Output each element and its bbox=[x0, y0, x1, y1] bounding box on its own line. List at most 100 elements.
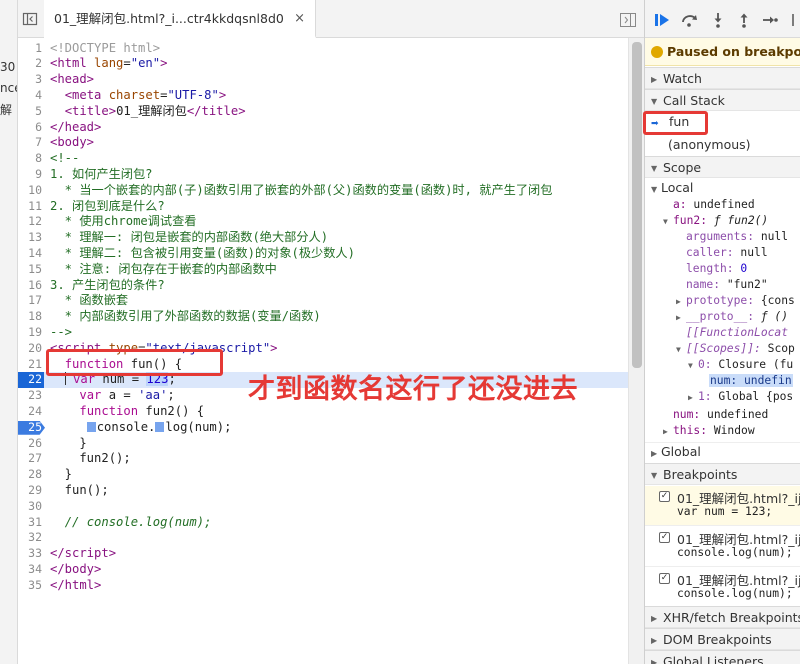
code-line[interactable]: 28 } bbox=[18, 467, 628, 483]
breakpoint-item[interactable]: ✓ 01_理解闭包.html?_ij console.log(num); bbox=[645, 527, 800, 567]
line-number[interactable]: 27 bbox=[18, 451, 42, 467]
line-number[interactable]: 1 bbox=[18, 41, 42, 57]
step-into-icon[interactable] bbox=[709, 11, 727, 29]
line-number[interactable]: 3 bbox=[18, 72, 42, 88]
editor-scrollbar-thumb[interactable] bbox=[632, 42, 642, 368]
code-line[interactable]: 10 * 当一个嵌套的内部(子)函数引用了嵌套的外部(父)函数的变量(函数)时,… bbox=[18, 183, 628, 199]
breakpoint-item[interactable]: ✓ 01_理解闭包.html?_ij console.log(num); bbox=[645, 568, 800, 608]
scope-section-header[interactable]: ▼ Scope bbox=[645, 156, 800, 178]
line-number[interactable]: 31 bbox=[18, 515, 42, 531]
code-line[interactable]: 26 } bbox=[18, 436, 628, 452]
code-line[interactable]: 29 fun(); bbox=[18, 483, 628, 499]
code-line[interactable]: 35 </html> bbox=[18, 578, 628, 594]
breakpoint-checkbox[interactable]: ✓ bbox=[659, 532, 670, 543]
line-number[interactable]: 29 bbox=[18, 483, 42, 499]
code-line[interactable]: 34 </body> bbox=[18, 562, 628, 578]
scope-closure[interactable]: ▼ 0: Closure (fu bbox=[645, 357, 800, 373]
line-number[interactable]: 9 bbox=[18, 167, 42, 183]
step-icon[interactable] bbox=[761, 11, 779, 29]
toggle-navigator-icon[interactable] bbox=[22, 11, 38, 27]
global-listeners-section-header[interactable]: ▶ Global Listeners bbox=[645, 650, 800, 664]
line-number[interactable]: 30 bbox=[18, 499, 42, 515]
scope-prop-scopes[interactable]: ▼ [[Scopes]]: Scop bbox=[645, 341, 800, 357]
code-line[interactable]: 8 <!-- bbox=[18, 151, 628, 167]
scope-closure-num[interactable]: num: undefin bbox=[645, 373, 800, 389]
scope-prop-function-location[interactable]: [[FunctionLocat bbox=[645, 325, 800, 341]
scope-prop-arguments[interactable]: arguments: null bbox=[645, 229, 800, 245]
line-number[interactable]: 15 bbox=[18, 262, 42, 278]
scope-prop-name[interactable]: name: "fun2" bbox=[645, 277, 800, 293]
code-line[interactable]: 3 <head> bbox=[18, 72, 628, 88]
line-number[interactable]: 32 bbox=[18, 530, 42, 546]
code-line[interactable]: 1 <!DOCTYPE html> bbox=[18, 41, 628, 57]
code-line[interactable]: 17 * 函数嵌套 bbox=[18, 293, 628, 309]
editor-scrollbar[interactable] bbox=[628, 38, 644, 664]
code-line[interactable]: 18 * 内部函数引用了外部函数的数据(变量/函数) bbox=[18, 309, 628, 325]
line-number[interactable]: 2 bbox=[18, 56, 42, 72]
code-line[interactable]: 14 * 理解二: 包含被引用变量(函数)的对象(极少数人) bbox=[18, 246, 628, 262]
scope-global-entry[interactable]: ▶ 1: Global {pos bbox=[645, 389, 800, 405]
line-number[interactable]: 35 bbox=[18, 578, 42, 594]
line-number[interactable]: 26 bbox=[18, 436, 42, 452]
line-number[interactable]: 11 bbox=[18, 199, 42, 215]
scope-prop-length[interactable]: length: 0 bbox=[645, 261, 800, 277]
deactivate-breakpoints-icon[interactable] bbox=[787, 11, 800, 29]
code-line[interactable]: 32 bbox=[18, 530, 628, 546]
line-number[interactable]: 20 bbox=[18, 341, 42, 357]
line-number[interactable]: 21 bbox=[18, 357, 42, 373]
code-line[interactable]: 19 --> bbox=[18, 325, 628, 341]
step-out-icon[interactable] bbox=[735, 11, 753, 29]
line-number[interactable]: 5 bbox=[18, 104, 42, 120]
code-line[interactable]: 5 <title>01_理解闭包</title> bbox=[18, 104, 628, 120]
scope-prop-proto[interactable]: ▶ __proto__: ƒ () bbox=[645, 309, 800, 325]
close-tab-icon[interactable]: × bbox=[294, 0, 305, 38]
code-line[interactable]: 2 <html lang="en"> bbox=[18, 56, 628, 72]
scope-var-a[interactable]: a: undefined bbox=[645, 197, 800, 213]
xhr-breakpoints-section-header[interactable]: ▶ XHR/fetch Breakpoints bbox=[645, 606, 800, 628]
line-number[interactable]: 7 bbox=[18, 135, 42, 151]
code-line[interactable]: 11 2. 闭包到底是什么? bbox=[18, 199, 628, 215]
resume-icon[interactable] bbox=[653, 11, 671, 29]
line-number[interactable]: 33 bbox=[18, 546, 42, 562]
line-number[interactable]: 16 bbox=[18, 278, 42, 294]
line-number[interactable]: 6 bbox=[18, 120, 42, 136]
line-number[interactable]: 22 bbox=[18, 372, 44, 389]
line-number[interactable]: 24 bbox=[18, 404, 42, 420]
file-tab[interactable]: 01_理解闭包.html?_i...ctr4kkdqsnl8d0 × bbox=[44, 0, 316, 38]
step-over-icon[interactable] bbox=[681, 11, 699, 29]
scope-prop-caller[interactable]: caller: null bbox=[645, 245, 800, 261]
code-line[interactable]: 9 1. 如何产生闭包? bbox=[18, 167, 628, 183]
scope-local[interactable]: ▼ Local bbox=[645, 179, 800, 197]
watch-section-header[interactable]: ▶ Watch bbox=[645, 67, 800, 89]
call-stack-section-header[interactable]: ▼ Call Stack bbox=[645, 89, 800, 111]
scope-var-this[interactable]: ▶ this: Window bbox=[645, 423, 800, 439]
line-number[interactable]: 25 bbox=[18, 420, 42, 436]
code-line[interactable]: 24 function fun2() { bbox=[18, 404, 628, 420]
code-line[interactable]: 31 // console.log(num); bbox=[18, 515, 628, 531]
toggle-debugger-icon[interactable] bbox=[620, 12, 636, 27]
code-line[interactable]: 7 <body> bbox=[18, 135, 628, 151]
code-line[interactable]: 16 3. 产生闭包的条件? bbox=[18, 278, 628, 294]
line-number[interactable]: 18 bbox=[18, 309, 42, 325]
line-number[interactable]: 4 bbox=[18, 88, 42, 104]
call-frame-anonymous[interactable]: (anonymous) bbox=[645, 136, 800, 154]
code-line[interactable]: 15 * 注意: 闭包存在于嵌套的内部函数中 bbox=[18, 262, 628, 278]
code-line[interactable]: 30 bbox=[18, 499, 628, 515]
code-line[interactable]: 4 <meta charset="UTF-8"> bbox=[18, 88, 628, 104]
scope-var-fun2[interactable]: ▼ fun2: ƒ fun2() bbox=[645, 213, 800, 229]
line-number[interactable]: 8 bbox=[18, 151, 42, 167]
code-line[interactable]: 6 </head> bbox=[18, 120, 628, 136]
code-line[interactable]: 33 </script> bbox=[18, 546, 628, 562]
line-number[interactable]: 12 bbox=[18, 214, 42, 230]
line-number[interactable]: 14 bbox=[18, 246, 42, 262]
scope-var-num[interactable]: num: undefined bbox=[645, 407, 800, 423]
breakpoint-item[interactable]: ✓ 01_理解闭包.html?_ij var num = 123; bbox=[645, 486, 800, 526]
line-number[interactable]: 13 bbox=[18, 230, 42, 246]
scope-global[interactable]: ▶ Global bbox=[645, 442, 800, 460]
code-line[interactable]: 25 console. log(num); bbox=[18, 420, 628, 436]
breakpoint-checkbox[interactable]: ✓ bbox=[659, 491, 670, 502]
line-number[interactable]: 17 bbox=[18, 293, 42, 309]
scope-prop-prototype[interactable]: ▶ prototype: {cons bbox=[645, 293, 800, 309]
line-number[interactable]: 19 bbox=[18, 325, 42, 341]
line-number[interactable]: 23 bbox=[18, 388, 42, 404]
